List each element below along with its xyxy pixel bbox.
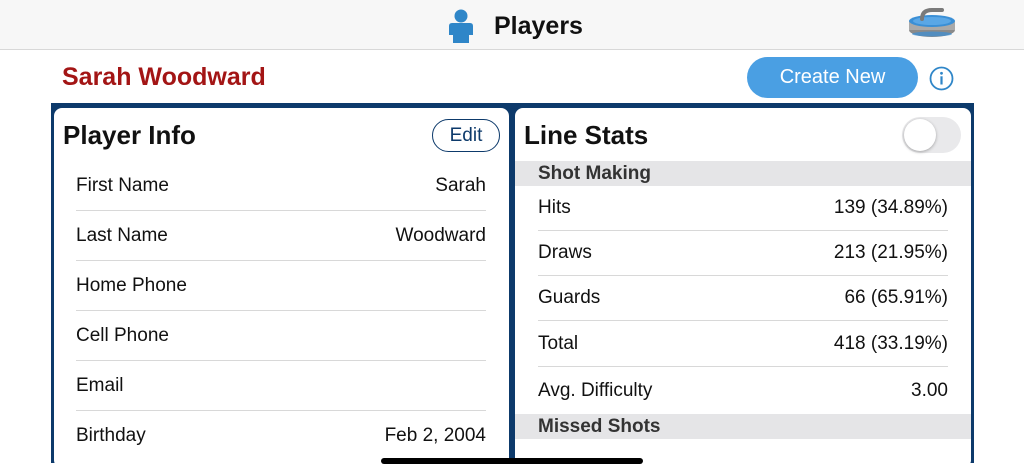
nav-title-group: Players [446, 8, 583, 44]
section-header-shot-making: Shot Making [515, 161, 971, 186]
info-row-first-name[interactable]: First Name Sarah [76, 161, 486, 211]
info-value: Woodward [395, 224, 486, 246]
info-label: Last Name [76, 224, 168, 246]
info-row-cell-phone[interactable]: Cell Phone [76, 311, 486, 361]
section-header-missed-shots: Missed Shots [515, 414, 971, 439]
info-row-email[interactable]: Email [76, 361, 486, 411]
info-label: Birthday [76, 425, 146, 446]
stat-value: 3.00 [911, 379, 948, 401]
stat-label: Total [538, 333, 579, 354]
curling-stone-icon[interactable] [906, 4, 958, 40]
stat-row-hits: Hits 139 (34.89%) [538, 186, 948, 231]
stat-row-total: Total 418 (33.19%) [538, 322, 948, 367]
stat-value: 66 (65.91%) [844, 287, 948, 308]
info-value: Feb 2, 2004 [384, 425, 486, 446]
info-label: Home Phone [76, 274, 187, 296]
info-row-birthday[interactable]: Birthday Feb 2, 2004 [76, 411, 486, 461]
info-row-last-name[interactable]: Last Name Woodward [76, 211, 486, 261]
stat-value: 139 (34.89%) [833, 197, 948, 218]
edit-button[interactable]: Edit [432, 119, 500, 152]
info-value: Sarah [435, 174, 486, 196]
stat-label: Hits [538, 197, 571, 218]
line-stats-title: Line Stats [524, 120, 649, 150]
stat-row-draws: Draws 213 (21.95%) [538, 231, 948, 276]
stat-row-guards: Guards 66 (65.91%) [538, 276, 948, 321]
player-name-heading: Sarah Woodward [62, 63, 266, 91]
info-label: First Name [76, 174, 169, 196]
toggle-knob [904, 119, 936, 151]
stat-value: 418 (33.19%) [833, 333, 948, 354]
nav-bar: Players [0, 0, 1024, 50]
info-row-home-phone[interactable]: Home Phone [76, 261, 486, 311]
info-label: Email [76, 374, 124, 396]
line-stats-panel: Line Stats Shot Making Hits 139 (34.89%)… [515, 108, 971, 468]
stat-value: 213 (21.95%) [833, 242, 948, 263]
stat-label: Draws [538, 242, 592, 263]
stat-label: Avg. Difficulty [538, 379, 653, 401]
nav-title: Players [494, 11, 583, 40]
create-new-button[interactable]: Create New [747, 57, 918, 98]
person-icon [446, 9, 476, 43]
info-label: Cell Phone [76, 324, 169, 346]
home-indicator[interactable] [381, 458, 643, 464]
line-stats-toggle[interactable] [902, 117, 961, 153]
player-info-panel: Player Info Edit First Name Sarah Last N… [54, 108, 509, 468]
player-info-title: Player Info [63, 120, 196, 150]
stat-row-avg-difficulty: Avg. Difficulty 3.00 [538, 368, 948, 413]
info-icon[interactable] [929, 66, 954, 91]
stat-label: Guards [538, 287, 601, 308]
